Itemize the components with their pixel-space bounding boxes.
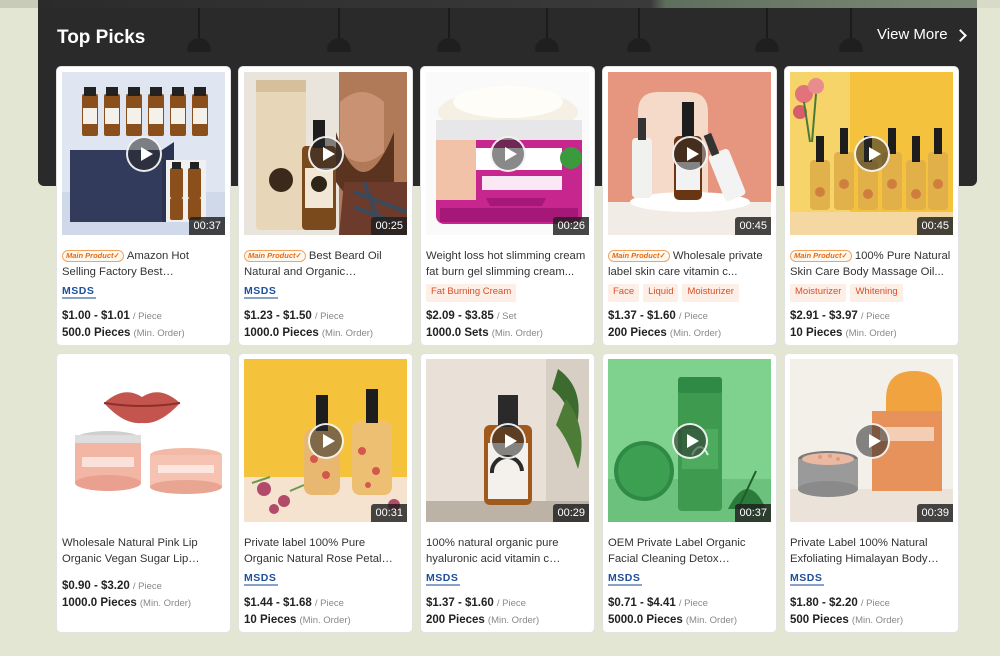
msds-badge: MSDS xyxy=(244,285,278,299)
min-order: 200 Pieces (Min. Order) xyxy=(608,327,722,339)
beard-oil-image: 00:25 xyxy=(244,72,407,235)
product-tag: Whitening xyxy=(850,284,903,302)
pendant-lamp-decoration xyxy=(327,8,351,52)
product-card[interactable]: 00:37 OEM Private Label Organic Facial C… xyxy=(603,354,776,632)
product-title[interactable]: 100% natural organic pure hyaluronic aci… xyxy=(426,535,589,567)
video-duration: 00:26 xyxy=(553,217,589,235)
product-card[interactable]: 00:29 100% natural organic pure hyaluron… xyxy=(421,354,594,632)
rose-petal-oil-image: 00:31 xyxy=(244,359,407,522)
min-order: 200 Pieces (Min. Order) xyxy=(426,614,540,626)
main-product-badge: Main Product✓ xyxy=(244,250,306,262)
product-card[interactable]: 00:45 Main Product✓ 100% Pure Natural Ski… xyxy=(785,67,958,345)
min-order: 10 Pieces (Min. Order) xyxy=(244,614,351,626)
main-product-badge: Main Product✓ xyxy=(790,250,852,262)
product-card[interactable]: Wholesale Natural Pink Lip Organic Vegan… xyxy=(57,354,230,632)
price-range: $0.90 - $3.20 / Piece xyxy=(62,580,162,592)
product-tag: Moisturizer xyxy=(790,284,847,302)
vitamin-c-serum-image: 00:45 xyxy=(608,72,771,235)
play-video-icon[interactable] xyxy=(672,423,708,459)
main-product-badge: Main Product✓ xyxy=(62,250,124,262)
product-title[interactable]: Main Product✓ Best Beard Oil Natural and … xyxy=(244,248,407,280)
price-range: $2.91 - $3.97 / Piece xyxy=(790,310,890,322)
msds-badge: MSDS xyxy=(790,572,824,586)
product-tag: Moisturizer xyxy=(682,284,739,302)
product-tag: Fat Burning Cream xyxy=(426,284,517,302)
video-duration: 00:37 xyxy=(189,217,225,235)
video-duration: 00:45 xyxy=(917,217,953,235)
lip-scrub-image xyxy=(62,359,225,522)
product-title[interactable]: OEM Private Label Organic Facial Cleanin… xyxy=(608,535,771,567)
product-card[interactable]: 00:45 Main Product✓ Wholesale private lab… xyxy=(603,67,776,345)
price-range: $1.00 - $1.01 / Piece xyxy=(62,310,162,322)
price-range: $1.44 - $1.68 / Piece xyxy=(244,597,344,609)
product-title[interactable]: Main Product✓ Wholesale private label ski… xyxy=(608,248,771,280)
chevron-right-icon xyxy=(953,28,967,42)
product-tag: Liquid xyxy=(643,284,679,302)
product-card[interactable]: 00:25 Main Product✓ Best Beard Oil Natura… xyxy=(239,67,412,345)
product-tags: Fat Burning Cream xyxy=(426,284,589,302)
video-duration: 00:25 xyxy=(371,217,407,235)
video-duration: 00:45 xyxy=(735,217,771,235)
price-range: $1.23 - $1.50 / Piece xyxy=(244,310,344,322)
product-tags: Face Liquid Moisturizer xyxy=(608,284,771,302)
section-title: Top Picks xyxy=(57,27,146,48)
play-video-icon[interactable] xyxy=(308,136,344,172)
product-card[interactable]: 00:26 Weight loss hot slimming cream fat… xyxy=(421,67,594,345)
pendant-lamp-decoration xyxy=(755,8,779,52)
play-video-icon[interactable] xyxy=(854,136,890,172)
price-range: $0.71 - $4.41 / Piece xyxy=(608,597,708,609)
green-tea-mask-stick-image: 00:37 xyxy=(608,359,771,522)
video-duration: 00:39 xyxy=(917,504,953,522)
product-title[interactable]: Main Product✓ Amazon Hot Selling Factory … xyxy=(62,248,225,280)
cellulite-cream-image: 00:26 xyxy=(426,72,589,235)
video-duration: 00:37 xyxy=(735,504,771,522)
min-order: 10 Pieces (Min. Order) xyxy=(790,327,897,339)
msds-badge: MSDS xyxy=(608,572,642,586)
product-title[interactable]: Private Label 100% Natural Exfoliating H… xyxy=(790,535,953,567)
top-background-strip xyxy=(0,0,1000,8)
price-range: $1.37 - $1.60 / Piece xyxy=(426,597,526,609)
play-video-icon[interactable] xyxy=(854,423,890,459)
product-card[interactable]: 00:31 Private label 100% Pure Organic Na… xyxy=(239,354,412,632)
essential-oil-gift-box-image: 00:37 xyxy=(62,72,225,235)
pendant-lamp-decoration xyxy=(187,8,211,52)
vitamin-c-dropper-image: 00:29 xyxy=(426,359,589,522)
product-title[interactable]: Private label 100% Pure Organic Natural … xyxy=(244,535,407,567)
massage-oil-bottles-image: 00:45 xyxy=(790,72,953,235)
product-title[interactable]: Weight loss hot slimming cream fat burn … xyxy=(426,248,589,280)
min-order: 1000.0 Pieces (Min. Order) xyxy=(244,327,374,339)
play-video-icon[interactable] xyxy=(308,423,344,459)
main-product-badge: Main Product✓ xyxy=(608,250,670,262)
msds-badge: MSDS xyxy=(244,572,278,586)
price-range: $1.37 - $1.60 / Piece xyxy=(608,310,708,322)
product-tag: Face xyxy=(608,284,640,302)
himalayan-body-scrub-image: 00:39 xyxy=(790,359,953,522)
min-order: 5000.0 Pieces (Min. Order) xyxy=(608,614,738,626)
product-tags: Moisturizer Whitening xyxy=(790,284,953,302)
play-video-icon[interactable] xyxy=(490,136,526,172)
product-title[interactable]: Wholesale Natural Pink Lip Organic Vegan… xyxy=(62,535,225,567)
min-order: 500 Pieces (Min. Order) xyxy=(790,614,904,626)
price-range: $2.09 - $3.85 / Set xyxy=(426,310,517,322)
play-video-icon[interactable] xyxy=(126,136,162,172)
video-duration: 00:29 xyxy=(553,504,589,522)
play-video-icon[interactable] xyxy=(490,423,526,459)
product-card[interactable]: 00:39 Private Label 100% Natural Exfolia… xyxy=(785,354,958,632)
min-order: 500.0 Pieces (Min. Order) xyxy=(62,327,185,339)
min-order: 1000.0 Pieces (Min. Order) xyxy=(62,597,192,609)
product-card[interactable]: 00:37 Main Product✓ Amazon Hot Selling Fa… xyxy=(57,67,230,345)
view-more-link[interactable]: View More xyxy=(877,26,967,43)
pendant-lamp-decoration xyxy=(627,8,651,52)
min-order: 1000.0 Sets (Min. Order) xyxy=(426,327,543,339)
video-duration: 00:31 xyxy=(371,504,407,522)
pendant-lamp-decoration xyxy=(839,8,863,52)
msds-badge: MSDS xyxy=(62,285,96,299)
msds-badge: MSDS xyxy=(426,572,460,586)
view-more-label: View More xyxy=(877,26,948,43)
pendant-lamp-decoration xyxy=(437,8,461,52)
price-range: $1.80 - $2.20 / Piece xyxy=(790,597,890,609)
product-title[interactable]: Main Product✓ 100% Pure Natural Skin Care… xyxy=(790,248,953,280)
pendant-lamp-decoration xyxy=(535,8,559,52)
play-video-icon[interactable] xyxy=(672,136,708,172)
